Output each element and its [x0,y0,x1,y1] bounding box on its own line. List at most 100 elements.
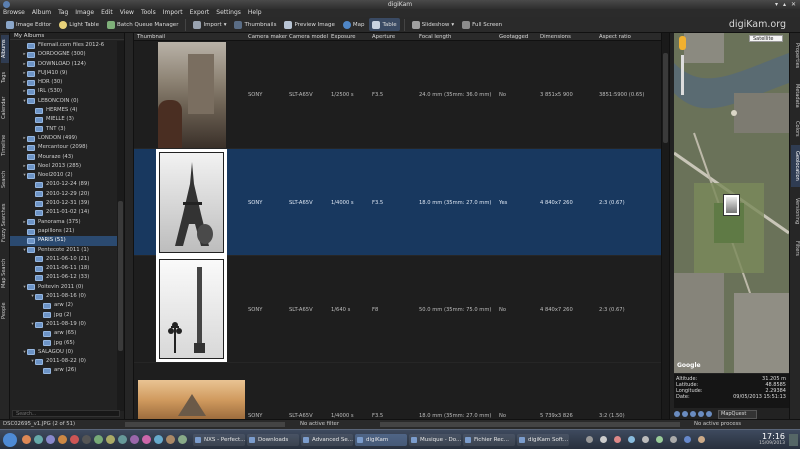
album-item[interactable]: jpg (2) [10,311,118,320]
web-icon[interactable] [58,435,67,444]
tab-fuzzy-searches[interactable]: Fuzzy Searches [1,197,9,249]
album-item[interactable]: ▾ LEBONCOIN (0) [10,97,118,106]
show-desktop-button[interactable] [789,434,798,446]
album-item[interactable]: ▾ 2011-08-22 (0) [10,357,118,366]
slideshow-button[interactable]: Slideshow ▾ [409,18,457,31]
col-camera-maker[interactable]: Camera maker [248,33,287,41]
tab-albums[interactable]: Albums [1,35,9,63]
mail-icon[interactable] [46,435,55,444]
filter-status[interactable]: No active filter [300,420,339,429]
tab-versioning[interactable]: Versioning [791,191,800,231]
task-digikam[interactable]: digiKam [355,434,407,446]
minimize-icon[interactable]: ▾ [775,0,778,9]
bluetooth-icon[interactable] [684,436,691,443]
album-item[interactable]: Filemail.com files 2012-6 [10,41,118,50]
task-downloads[interactable]: Downloads [247,434,299,446]
album-item[interactable]: 2010-12-24 (89) [10,180,118,189]
album-item[interactable]: arw (2) [10,301,118,310]
album-search-input[interactable] [12,410,120,417]
col-camera-model[interactable]: Camera model [289,33,328,41]
music-icon[interactable] [142,435,151,444]
calculator-icon[interactable] [118,435,127,444]
task-digikam-software[interactable]: digiKam Soft... [517,434,569,446]
col-geotagged[interactable]: Geotagged [499,33,528,41]
menu-export[interactable]: Export [190,9,210,17]
album-item[interactable]: ▾ 2011-08-19 (0) [10,320,118,329]
menu-browse[interactable]: Browse [3,9,25,17]
album-item[interactable]: ▸ IRL (530) [10,87,118,96]
photo-icon[interactable] [154,435,163,444]
table-row-selected[interactable]: SONY SLT-A65V 1/4000 s F3.5 18.0 mm (35m… [134,149,661,256]
album-item[interactable]: ▸ LONDON (499) [10,134,118,143]
album-item[interactable]: 2011-06-11 (18) [10,264,118,273]
browser-icon[interactable] [22,435,31,444]
table-row[interactable]: SONY SLT-A65V 1/4000 s F3.5 18.0 mm (35m… [134,380,661,419]
album-item[interactable]: ▸ HDR (30) [10,78,118,87]
image-editor-button[interactable]: Image Editor [3,18,54,31]
menu-tag[interactable]: Tag [58,9,68,17]
tab-properties[interactable]: Properties [791,37,800,75]
tab-people[interactable]: People [1,297,9,325]
album-item[interactable]: ▾ SALAGOU (0) [10,348,118,357]
updates-icon[interactable] [628,436,635,443]
scrollbar-thumb[interactable] [663,53,668,143]
album-item[interactable]: MIELLE (3) [10,115,118,124]
table-view-button[interactable]: Table [369,18,400,31]
volume-icon[interactable] [642,436,649,443]
menu-help[interactable]: Help [248,9,262,17]
col-aperture[interactable]: Aperture [372,33,395,41]
media-icon[interactable] [70,435,79,444]
album-item[interactable]: ▾ Pentecote 2011 (1) [10,246,118,255]
network-icon[interactable] [600,436,607,443]
album-item[interactable]: Mouraze (43) [10,153,118,162]
files-icon[interactable] [34,435,43,444]
task-musique[interactable]: Musique - Do... [409,434,461,446]
album-item[interactable]: 2011-01-02 (14) [10,208,118,217]
col-dimensions[interactable]: Dimensions [540,33,571,41]
tab-metadata[interactable]: Metadata [791,79,800,113]
satellite-map[interactable]: Satellite Google [674,33,789,373]
album-item[interactable]: ▾ Noel2010 (2) [10,171,118,180]
system-icon[interactable] [178,435,187,444]
menu-image[interactable]: Image [75,9,94,17]
task-fichier[interactable]: Fichier Rec... [463,434,515,446]
user-icon[interactable] [698,436,705,443]
menu-view[interactable]: View [120,9,134,17]
album-item[interactable]: papillons (21) [10,227,118,236]
album-item-selected[interactable]: PARIS (51) [10,236,118,246]
preview-image-button[interactable]: Preview Image [281,18,337,31]
maximize-icon[interactable]: ▴ [783,0,786,9]
fullscreen-button[interactable]: Full Screen [459,18,505,31]
pan-icon[interactable] [690,411,696,417]
album-item[interactable]: ▸ Noel 2013 (285) [10,162,118,171]
panel-splitter[interactable] [125,33,134,419]
menu-import[interactable]: Import [163,9,183,17]
col-exposure[interactable]: Exposure [331,33,356,41]
scrollbar-thumb[interactable] [118,201,123,351]
table-scrollbar[interactable] [661,33,669,419]
tab-geolocation[interactable]: Geolocation [791,145,800,187]
image-marker[interactable] [723,194,740,216]
center-icon[interactable] [706,411,712,417]
editor-icon[interactable] [130,435,139,444]
album-tree-scrollbar[interactable] [117,41,124,411]
tab-colors[interactable]: Colors [791,117,800,141]
col-thumbnail[interactable]: Thumbnail [137,33,165,41]
office-icon[interactable] [106,435,115,444]
clipboard-icon[interactable] [670,436,677,443]
tray-icon[interactable] [586,436,593,443]
album-item[interactable]: jpg (65) [10,339,118,348]
map-nav-control[interactable] [679,36,686,50]
terminal-icon[interactable] [82,435,91,444]
album-item[interactable]: 2010-12-29 (20) [10,190,118,199]
album-item[interactable]: arw (65) [10,329,118,338]
menu-edit[interactable]: Edit [101,9,113,17]
zoom-in-icon[interactable] [674,411,680,417]
album-item[interactable]: ▸ DORDOGNE (300) [10,50,118,59]
menu-tools[interactable]: Tools [141,9,156,17]
tab-tags[interactable]: Tags [1,67,9,87]
album-item[interactable]: 2011-06-10 (21) [10,255,118,264]
album-item[interactable]: arw (26) [10,366,118,375]
start-menu-icon[interactable] [3,433,17,447]
album-item[interactable]: ▸ FUJI410 (9) [10,69,118,78]
